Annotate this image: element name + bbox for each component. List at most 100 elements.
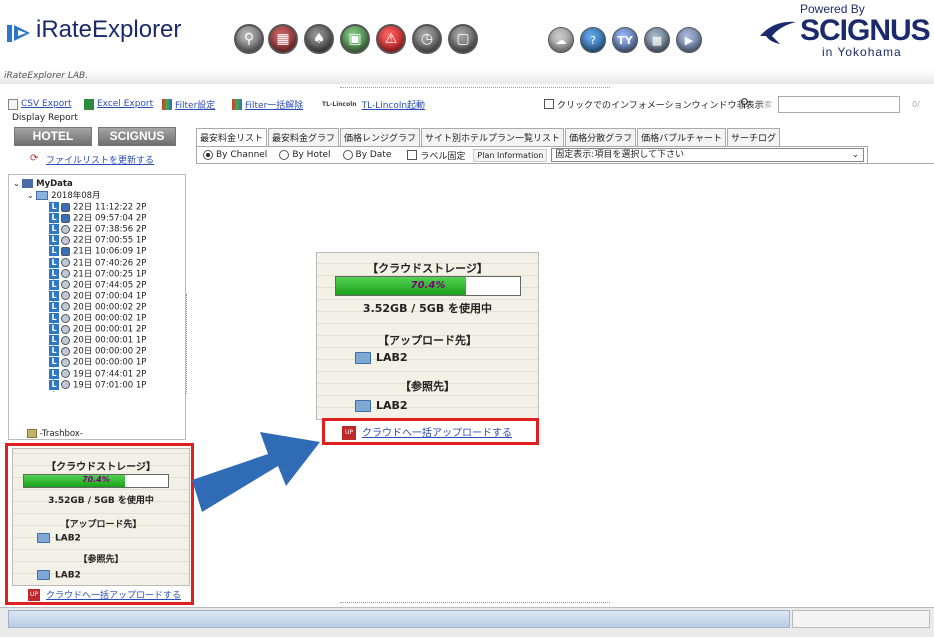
storage-percent: 70.4% — [410, 280, 446, 291]
tree-item[interactable]: L 20日 07:00:04 1P — [49, 290, 146, 302]
tree-item-label: 21日 07:00:25 1P — [73, 269, 147, 280]
upload-folder[interactable]: LAB2 — [355, 351, 408, 364]
tree-item-label: 21日 10:06:09 1P — [73, 246, 147, 257]
chevron-down-icon: ⌄ — [851, 150, 859, 160]
panel-splitter[interactable] — [186, 294, 187, 394]
warning-icon[interactable]: ⚠ — [376, 24, 406, 54]
tree-item[interactable]: L 22日 09:57:04 2P — [49, 213, 146, 224]
clock-icon — [61, 369, 70, 378]
leaf-marker: L — [49, 335, 59, 346]
cards-icon[interactable]: ♠ — [304, 24, 334, 54]
upload-link-large[interactable]: UP クラウドへ一括アップロードする — [342, 424, 512, 440]
filter-clear-button[interactable]: Filter一括解除 — [232, 96, 303, 112]
tree-item-label: 19日 07:44:01 2P — [73, 369, 147, 379]
cloud-icon[interactable]: ☁ — [548, 27, 574, 53]
chevron-down-icon: ⌄ — [27, 191, 34, 200]
tree-item[interactable]: L 22日 07:38:56 2P — [49, 224, 146, 235]
tl-lincoln-button[interactable]: TL-Lincoln TL-Lincoln起動 — [322, 96, 425, 112]
app-logo-icon — [7, 25, 30, 42]
ty-icon[interactable]: TY — [612, 27, 638, 53]
radio-by-hotel[interactable] — [279, 150, 290, 160]
tab-6[interactable]: サーチログ — [727, 128, 781, 146]
excel-export-button[interactable]: Excel Export — [84, 96, 153, 112]
tree-item-label: 20日 00:00:00 2P — [73, 346, 147, 357]
search-input[interactable] — [778, 96, 900, 113]
help-icon[interactable]: ? — [580, 27, 606, 53]
csv-export-button[interactable]: CSV Export — [8, 96, 71, 112]
leaf-marker: L — [49, 368, 59, 379]
search-icon[interactable]: ⚲ — [234, 24, 264, 54]
folder-icon — [355, 400, 371, 412]
highlight-box-small — [5, 443, 194, 605]
clock-icon — [61, 224, 70, 234]
tree-item[interactable]: L 22日 11:12:22 2P — [49, 202, 146, 213]
tab-3[interactable]: サイト別ホテルプラン一覧リスト — [421, 128, 565, 146]
tree-item[interactable]: L 20日 00:00:00 2P — [49, 346, 146, 357]
bottom-splitter[interactable] — [340, 602, 610, 603]
database-icon — [61, 246, 70, 256]
windows-icon[interactable]: ▣ — [340, 24, 370, 54]
tree-item[interactable]: L 20日 00:00:00 1P — [49, 357, 146, 368]
options-row: By Channel By Hotel By Date ラベル固定 Plan I… — [196, 146, 868, 164]
tree-item[interactable]: L 20日 07:44:05 2P — [49, 279, 146, 291]
logo-icon[interactable]: ▶ — [676, 27, 702, 53]
magnifier-icon: ⚲ — [740, 96, 749, 110]
report-tabs: 最安料金リスト 最安料金グラフ 価格レンジグラフ サイト別ホテルプラン一覧リスト 価格分… — [196, 128, 781, 146]
tree-item-label: 22日 07:00:55 1P — [73, 235, 147, 246]
monitor-icon[interactable]: ▩ — [644, 27, 670, 53]
tree-item[interactable]: L 19日 07:01:00 1P — [49, 379, 146, 391]
chat-icon[interactable]: ▢ — [448, 24, 478, 54]
leaf-marker: L — [49, 257, 59, 268]
tree-root[interactable]: ⌄ MyData — [13, 178, 73, 189]
clock-icon — [61, 258, 70, 267]
tree-item-label: 20日 00:00:02 2P — [73, 302, 147, 313]
tree-item-label: 22日 09:57:04 2P — [73, 213, 147, 224]
radio-by-channel[interactable] — [203, 150, 213, 160]
tree-item[interactable]: L 20日 00:00:02 1P — [49, 313, 146, 324]
filter-settings-button[interactable]: Filter設定 — [162, 96, 215, 112]
label-fixed-label: ラベル固定 — [420, 151, 466, 162]
tab-5[interactable]: 価格バブルチャート — [637, 128, 726, 146]
search-counter: 0/ — [912, 100, 920, 109]
tree-month[interactable]: ⌄ 2018年08月 — [27, 190, 101, 201]
tab-4[interactable]: 価格分散グラフ — [565, 128, 637, 146]
tree-item[interactable]: L 22日 07:00:55 1P — [49, 235, 146, 246]
tree-item[interactable]: L 20日 00:00:01 1P — [49, 335, 146, 346]
refresh-file-list-link[interactable]: ファイルリストを更新する — [46, 153, 154, 166]
tab-2[interactable]: 価格レンジグラフ — [340, 128, 421, 146]
trashbox[interactable]: -Trashbox- — [27, 429, 83, 439]
plan-info-label: Plan Information — [473, 148, 548, 162]
label-fixed-checkbox[interactable] — [407, 150, 418, 160]
filter-icon — [162, 98, 172, 110]
leaf-marker: L — [49, 379, 59, 390]
file-tree[interactable]: ⌄ MyData ⌄ 2018年08月 L 22日 11:12:22 2P L 22日… — [8, 174, 186, 440]
plan-info-select[interactable]: 固定表示:項目を選択して下さい ⌄ — [551, 148, 864, 162]
document-icon[interactable]: ▦ — [268, 24, 298, 54]
tree-item[interactable]: L 21日 07:40:26 2P — [49, 257, 146, 269]
tree-item[interactable]: L 21日 07:00:25 1P — [49, 268, 147, 280]
info-window-toggle[interactable]: クリックでのインフォメーションウィンドウ非表示 — [544, 96, 764, 112]
tree-item-label: 20日 00:00:02 1P — [73, 313, 147, 324]
database-icon — [61, 202, 70, 212]
tree-item[interactable]: L 19日 07:44:01 2P — [49, 368, 147, 380]
filter-clear-icon — [232, 98, 242, 110]
tab-0[interactable]: 最安料金リスト — [196, 128, 268, 146]
tab-1[interactable]: 最安料金グラフ — [268, 128, 340, 146]
leaf-marker: L — [49, 290, 59, 301]
scignus-button[interactable]: SCIGNUS — [98, 127, 176, 146]
tree-item-label: 22日 07:38:56 2P — [73, 224, 147, 235]
radio-by-date[interactable] — [342, 150, 353, 160]
tree-item[interactable]: L 20日 00:00:01 2P — [49, 324, 146, 335]
tree-item-label: 22日 11:12:22 2P — [73, 202, 147, 213]
clock-icon — [61, 346, 70, 356]
ref-folder[interactable]: LAB2 — [355, 399, 408, 412]
leaf-marker: L — [49, 202, 59, 212]
clock-icon — [61, 357, 70, 367]
tree-item[interactable]: L 20日 00:00:02 2P — [49, 301, 147, 313]
tree-item[interactable]: L 21日 10:06:09 1P — [49, 246, 146, 257]
splitter[interactable] — [340, 87, 610, 88]
hotel-button[interactable]: HOTEL — [14, 127, 92, 146]
clock-icon[interactable]: ◷ — [412, 24, 442, 54]
info-window-checkbox[interactable] — [544, 99, 554, 109]
clock-icon — [61, 313, 70, 323]
